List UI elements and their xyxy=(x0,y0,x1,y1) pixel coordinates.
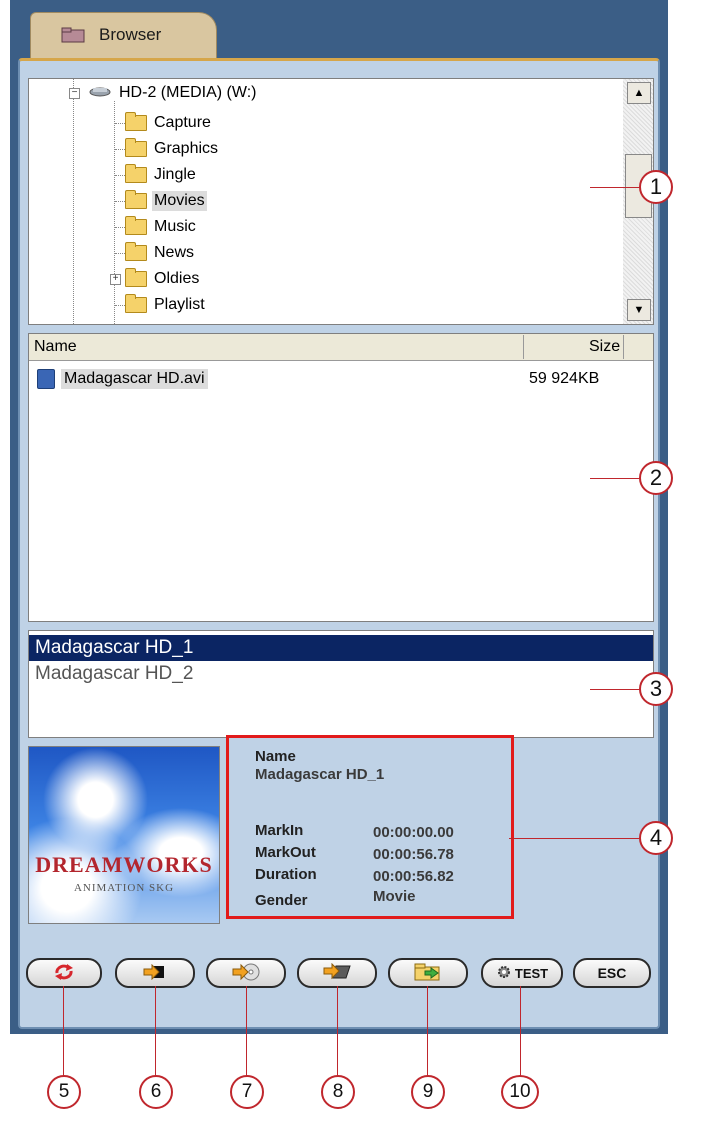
callout-8: 8 xyxy=(321,1075,355,1109)
file-row[interactable]: Madagascar HD.avi xyxy=(37,368,208,390)
folder-icon xyxy=(125,164,147,183)
refresh-button[interactable] xyxy=(26,958,102,988)
folder-label: Music xyxy=(154,218,196,235)
tree-folder-oldies[interactable]: Oldies xyxy=(125,267,201,291)
esc-button-label: ESC xyxy=(597,965,627,981)
file-name: Madagascar HD.avi xyxy=(61,369,208,389)
callout-10: 10 xyxy=(501,1075,539,1109)
markout-label: MarkOut xyxy=(255,844,316,861)
file-size: 59 924KB xyxy=(529,370,600,387)
folder-icon xyxy=(125,268,147,287)
callout-4: 4 xyxy=(639,821,673,855)
callout-2: 2 xyxy=(639,461,673,495)
scroll-up-button[interactable]: ▲ xyxy=(627,82,651,104)
tree-folder-capture[interactable]: Capture xyxy=(125,111,213,135)
callout-line xyxy=(63,986,64,1076)
column-name[interactable]: Name xyxy=(34,338,77,356)
folder-icon xyxy=(125,112,147,131)
folder-label: Oldies xyxy=(154,270,200,287)
scroll-down-button[interactable]: ▼ xyxy=(627,299,651,321)
gender-label: Gender xyxy=(255,892,308,909)
folder-tree[interactable]: − HD-2 (MEDIA) (W:) Capture Graphics Jin… xyxy=(28,78,654,325)
tree-folder-graphics[interactable]: Graphics xyxy=(125,137,220,161)
expand-toggle[interactable]: + xyxy=(110,274,121,285)
callout-9: 9 xyxy=(411,1075,445,1109)
callout-line xyxy=(337,986,338,1076)
drive-icon xyxy=(89,84,111,102)
gender-value: Movie xyxy=(373,888,416,905)
markin-label: MarkIn xyxy=(255,822,304,839)
file-list[interactable]: Name Size Madagascar HD.avi 59 924KB xyxy=(28,333,654,622)
folder-label: Jingle xyxy=(154,166,196,183)
callout-7: 7 xyxy=(230,1075,264,1109)
logo-text: DREAMWORKS xyxy=(35,852,213,877)
tab-bar: Browser xyxy=(10,0,668,59)
folder-label: Graphics xyxy=(154,140,219,157)
callout-line xyxy=(427,986,428,1076)
folder-label: Capture xyxy=(154,114,211,131)
drive-label: HD-2 (MEDIA) (W:) xyxy=(119,84,257,101)
load-tape-button[interactable] xyxy=(297,958,377,988)
video-file-icon xyxy=(37,369,55,389)
folder-icon xyxy=(61,27,85,48)
column-size[interactable]: Size xyxy=(589,338,620,356)
tree-drive[interactable]: HD-2 (MEDIA) (W:) xyxy=(89,81,258,105)
file-list-header: Name Size xyxy=(29,334,653,361)
callout-3: 3 xyxy=(639,672,673,706)
tree-folder-movies[interactable]: Movies xyxy=(125,189,207,213)
test-button[interactable]: TEST xyxy=(481,958,563,988)
name-value: Madagascar HD_1 xyxy=(255,766,385,783)
callout-line xyxy=(155,986,156,1076)
callout-line xyxy=(509,838,640,839)
arrow-tape-icon xyxy=(322,962,352,984)
folder-label: Playlist xyxy=(154,296,205,313)
folder-icon xyxy=(125,294,147,313)
test-button-label: TEST xyxy=(514,965,549,981)
duration-value: 00:00:56.82 xyxy=(373,868,454,885)
clip-info-panel: Name Madagascar HD_1 MarkIn 00:00:00.00 … xyxy=(226,735,514,919)
callout-line xyxy=(590,689,640,690)
clip-item[interactable]: Madagascar HD_2 xyxy=(29,661,653,687)
refresh-icon xyxy=(52,963,76,984)
clip-list[interactable]: Madagascar HD_1 Madagascar HD_2 xyxy=(28,630,654,738)
arrow-disc-icon xyxy=(231,963,261,984)
collapse-toggle[interactable]: − xyxy=(69,88,80,99)
arrow-right-icon xyxy=(142,963,168,983)
folder-icon xyxy=(125,138,147,157)
folder-icon xyxy=(125,190,147,209)
gear-icon xyxy=(496,964,512,983)
load-disc-button[interactable] xyxy=(206,958,286,988)
tree-folder-jingle[interactable]: Jingle xyxy=(125,163,198,187)
tab-label: Browser xyxy=(99,25,162,44)
callout-line xyxy=(590,478,640,479)
callout-1: 1 xyxy=(639,170,673,204)
callout-line xyxy=(246,986,247,1076)
folder-icon xyxy=(125,242,147,261)
logo-subtext: ANIMATION SKG xyxy=(73,882,175,894)
duration-label: Duration xyxy=(255,866,317,883)
tab-browser[interactable]: Browser xyxy=(30,12,217,59)
load-button[interactable] xyxy=(115,958,195,988)
markin-value: 00:00:00.00 xyxy=(373,824,454,841)
tree-folder-music[interactable]: Music xyxy=(125,215,198,239)
clip-item[interactable]: Madagascar HD_1 xyxy=(29,635,653,661)
tree-folder-playlist[interactable]: Playlist xyxy=(125,293,207,317)
callout-line xyxy=(520,986,521,1076)
folder-label: News xyxy=(154,244,195,261)
esc-button[interactable]: ESC xyxy=(573,958,651,988)
folder-label: Movies xyxy=(152,191,207,211)
folder-icon xyxy=(125,216,147,235)
callout-6: 6 xyxy=(139,1075,173,1109)
name-label: Name xyxy=(255,748,296,765)
export-folder-button[interactable] xyxy=(388,958,468,988)
preview-thumbnail: DREAMWORKS ANIMATION SKG xyxy=(28,746,220,924)
tree-folder-news[interactable]: News xyxy=(125,241,196,265)
markout-value: 00:00:56.78 xyxy=(373,846,454,863)
folder-arrow-icon xyxy=(413,962,443,985)
callout-line xyxy=(590,187,640,188)
callout-5: 5 xyxy=(47,1075,81,1109)
